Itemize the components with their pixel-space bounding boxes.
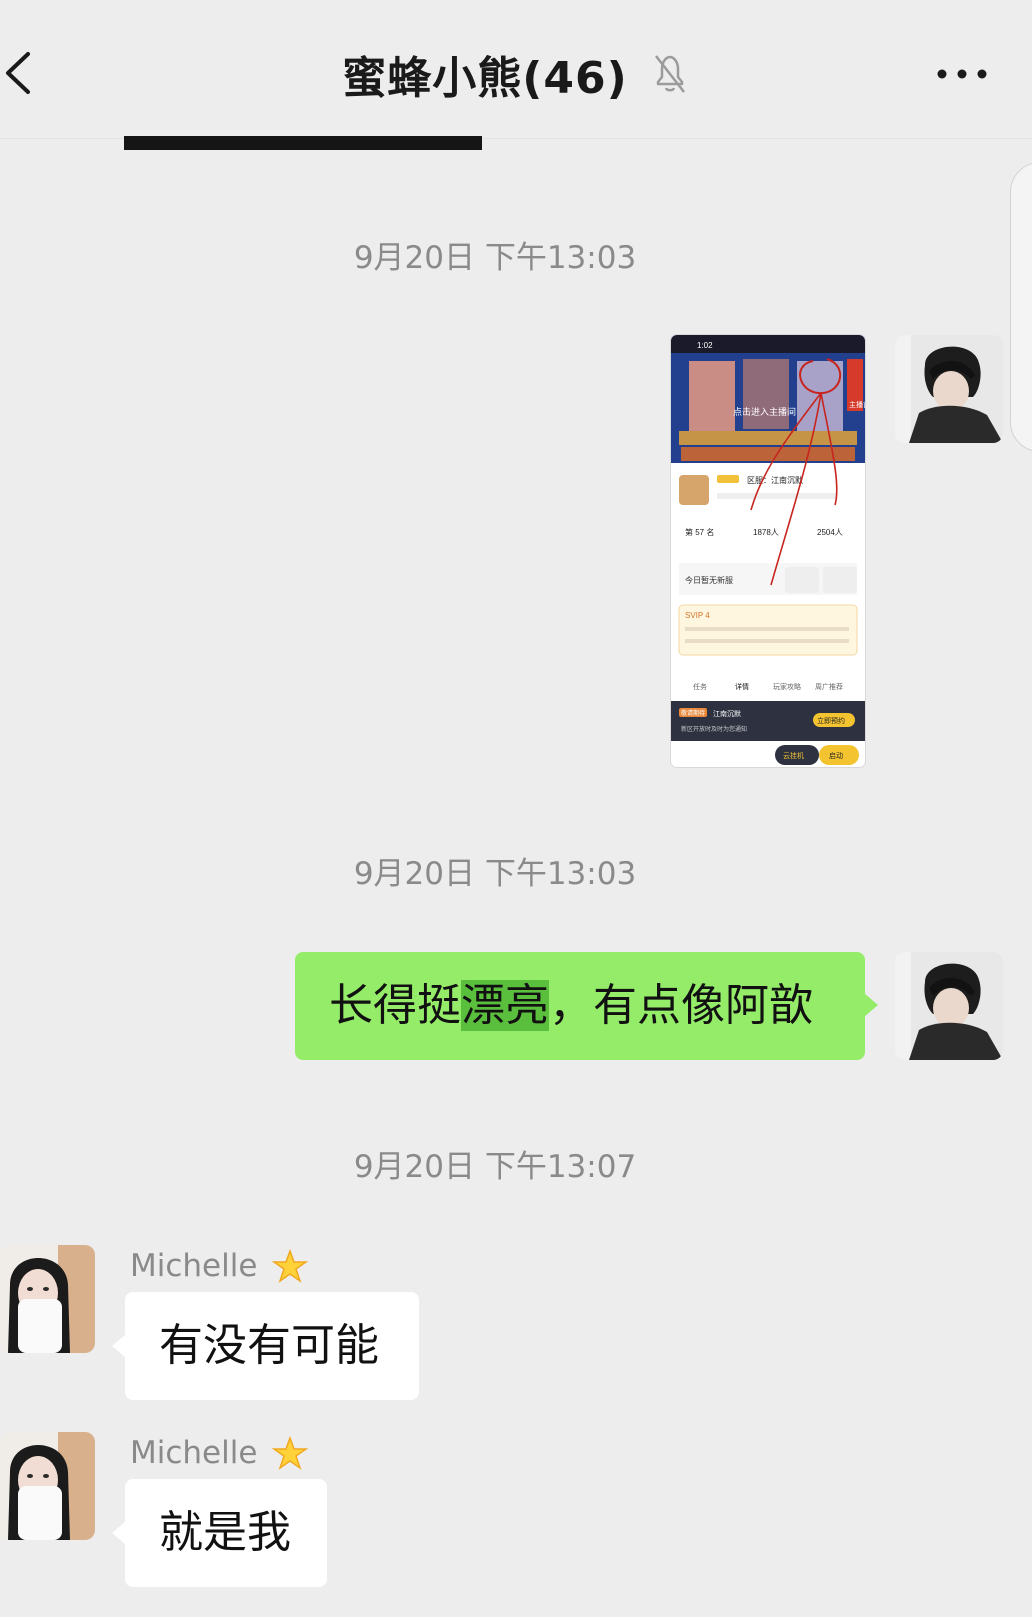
previous-message-edge bbox=[124, 136, 482, 150]
timestamp: 9月20日 下午13:07 bbox=[353, 1149, 637, 1185]
star-badge-icon bbox=[272, 1249, 308, 1283]
more-dots-icon[interactable] bbox=[936, 64, 988, 84]
my-avatar[interactable] bbox=[895, 952, 1003, 1060]
message-text: 有没有可能 bbox=[159, 1320, 379, 1371]
promo-subtitle: 新区开放时及时为您通知 bbox=[681, 725, 747, 733]
promo-title: 江南沉默 bbox=[713, 709, 741, 718]
bubble-tail bbox=[112, 1521, 126, 1545]
game-app-screenshot: 1:02 主播首发 点击进入主播间 区服：江南沉默 第 57 名 1878人 2… bbox=[671, 335, 865, 767]
my-avatar[interactable] bbox=[895, 335, 1003, 443]
bottom-right-button: 启动 bbox=[829, 751, 843, 760]
timestamp: 9月20日 下午13:03 bbox=[353, 856, 637, 892]
banner-text: 点击进入主播间 bbox=[733, 406, 796, 417]
michelle-message-bubble[interactable]: 有没有可能 bbox=[125, 1292, 419, 1400]
shared-screenshot-message[interactable]: 1:02 主播首发 点击进入主播间 区服：江南沉默 第 57 名 1878人 2… bbox=[671, 335, 865, 767]
sender-name: Michelle bbox=[130, 1435, 258, 1471]
message-text: 长得挺 bbox=[329, 980, 461, 1031]
chat-title: 蜜蜂小熊(46) bbox=[342, 53, 628, 104]
new-server-text: 今日暂无新服 bbox=[685, 575, 733, 585]
chat-header: 蜜蜂小熊(46) bbox=[0, 0, 1032, 139]
players-b: 2504人 bbox=[817, 528, 843, 537]
sender-name: Michelle bbox=[130, 1248, 258, 1284]
promo-button: 立即预约 bbox=[817, 716, 845, 725]
status-time: 1:02 bbox=[697, 341, 713, 350]
side-scroll-handle[interactable] bbox=[1010, 162, 1032, 452]
tab-recommend: 周广推荐 bbox=[815, 682, 843, 691]
players-a: 1878人 bbox=[753, 528, 779, 537]
svip-label: SVIP 4 bbox=[685, 611, 710, 620]
message-text: 就是我 bbox=[159, 1507, 291, 1558]
tab-detail: 详情 bbox=[735, 682, 749, 691]
bell-off-icon bbox=[654, 55, 685, 93]
bubble-tail bbox=[112, 1334, 126, 1358]
server-label: 区服：江南沉默 bbox=[747, 475, 803, 485]
promo-tag: 敬请期待 bbox=[681, 709, 705, 717]
bubble-tail bbox=[864, 993, 878, 1017]
star-badge-icon bbox=[272, 1436, 308, 1470]
michelle-message-bubble[interactable]: 就是我 bbox=[125, 1479, 327, 1587]
tab-task: 任务 bbox=[693, 682, 707, 691]
message-text: ，有点像阿歆 bbox=[549, 980, 813, 1031]
rank-value: 第 57 名 bbox=[685, 527, 714, 537]
michelle-avatar[interactable] bbox=[0, 1245, 95, 1353]
my-message-bubble[interactable]: 长得挺漂亮，有点像阿歆 bbox=[295, 952, 865, 1060]
banner-side-label: 主播首发 bbox=[849, 400, 865, 409]
bottom-left-button: 云挂机 bbox=[783, 751, 804, 760]
message-text-highlight: 漂亮 bbox=[461, 980, 549, 1031]
tab-guide: 玩家攻略 bbox=[773, 682, 801, 691]
michelle-avatar[interactable] bbox=[0, 1432, 95, 1540]
timestamp: 9月20日 下午13:03 bbox=[353, 240, 637, 276]
